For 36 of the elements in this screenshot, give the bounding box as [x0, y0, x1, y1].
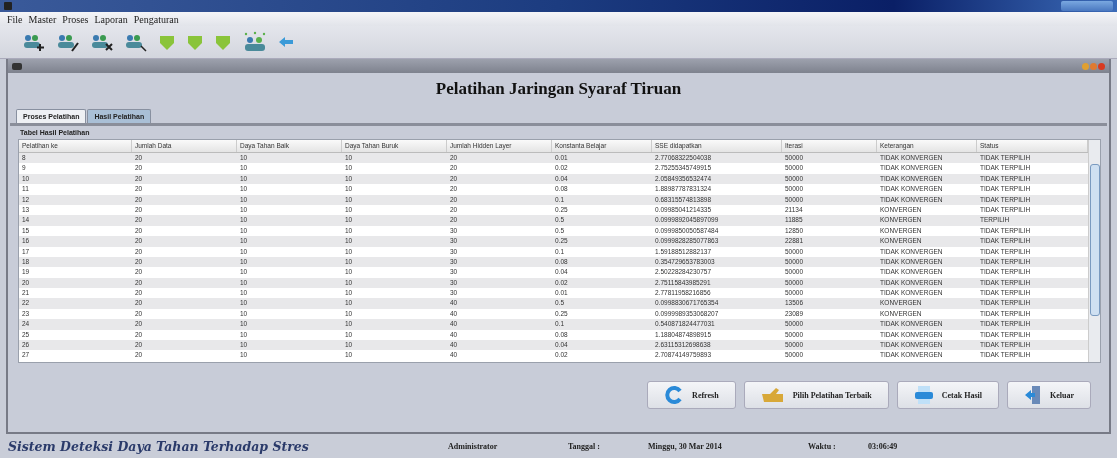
frame-title: Pelatihan Jaringan Syaraf Tiruan	[434, 78, 683, 100]
users-add-icon[interactable]	[22, 32, 46, 52]
action-button[interactable]: Pilih Pelatihan Terbaik	[743, 381, 889, 409]
frame-icon	[12, 62, 22, 70]
menu-item[interactable]: File	[7, 13, 23, 25]
shield-icon[interactable]	[158, 33, 176, 51]
printer-icon	[913, 385, 934, 405]
shield-icon[interactable]	[186, 33, 204, 51]
date-label: Tanggal :	[568, 441, 601, 451]
shield-icon[interactable]	[214, 33, 232, 51]
group-icon[interactable]	[242, 31, 268, 53]
hand-icon	[760, 386, 785, 404]
menu-item[interactable]: Laporan	[94, 13, 128, 25]
arrow-icon[interactable]	[278, 36, 294, 48]
scrollbar-thumb[interactable]	[1089, 164, 1100, 316]
window-icon	[4, 2, 12, 10]
menu-item[interactable]: Proses	[62, 13, 89, 25]
minimize-button[interactable]	[1082, 62, 1089, 70]
action-button[interactable]: Refresh	[647, 381, 736, 409]
close-button[interactable]	[1098, 62, 1105, 70]
time-value: 03:06:49	[868, 441, 899, 451]
menu-item[interactable]: Master	[28, 13, 57, 25]
maximize-button[interactable]	[1090, 62, 1097, 70]
app-name: Sistem Deteksi Daya Tahan Terhadap Stres	[8, 438, 310, 454]
users-search-icon[interactable]	[124, 32, 148, 52]
action-button[interactable]: Cetak Hasil	[896, 381, 999, 409]
scrollbar[interactable]	[1088, 140, 1100, 362]
exit-door-icon	[1024, 385, 1042, 405]
time-label: Waktu :	[808, 441, 837, 451]
user-name: Administrator	[448, 441, 499, 451]
date-value: Minggu, 30 Mar 2014	[648, 441, 723, 451]
menu-item[interactable]: Pengaturan	[133, 13, 179, 25]
users-delete-icon[interactable]	[90, 32, 114, 52]
users-edit-icon[interactable]	[56, 32, 80, 52]
window-controls[interactable]	[1061, 1, 1113, 11]
action-button[interactable]: Keluar	[1007, 381, 1091, 409]
